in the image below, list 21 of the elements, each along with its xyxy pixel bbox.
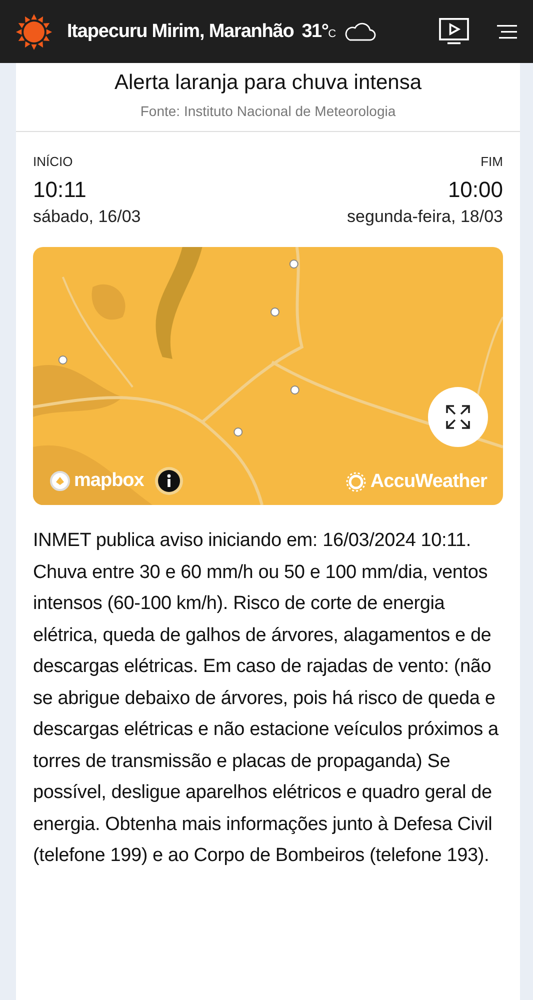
period-time: 10:00: [446, 177, 503, 203]
menu-icon[interactable]: [497, 24, 517, 40]
video-icon[interactable]: [439, 18, 469, 46]
period-time: 10:11: [33, 177, 88, 203]
period-date: sábado, 16/03: [33, 207, 141, 227]
temperature: 31°C: [302, 20, 336, 42]
period-date: segunda-feira, 18/03: [347, 207, 503, 227]
alert-title: Alerta laranja para chuva intensa: [113, 70, 423, 95]
info-icon: [158, 470, 180, 492]
map[interactable]: mapbox AccuWeather: [33, 247, 503, 505]
mapbox-logo-icon: [49, 470, 71, 492]
sun-logo-icon[interactable]: [15, 12, 53, 50]
brand-logo: AccuWeather: [370, 471, 487, 493]
period-label: FIM: [480, 154, 503, 169]
alert-description: INMET publica aviso iniciando em: 16/03/2024 10:11. Chuva entre 30 e 60 mm/h ou 50 e 100 mm/dia, ventos intensos (60-100 km/h). Risco de corte de energia elétrica, queda de galhos de árvores, alagamentos e de descargas elétricas. Em caso de rajadas de vento: (não se abrigue debaixo de árvores, pois há risco de queda e descargas elétricas e não estacione veículos próximos a torres de transmissão e placas de propaganda) Se possível, desligue aparelhos elétricos e quadro geral de energia. Obtenha mais informações junto à Defesa Civil (telefone 199) e ao Corpo de Bombeiros (telefone 193).: [33, 529, 500, 868]
location-name[interactable]: Itapecuru Mirim, Maranhão: [67, 20, 294, 42]
expand-icon: [445, 404, 471, 430]
sun-logo-icon: [346, 472, 366, 492]
alert-source: Fonte: Instituto Nacional de Meteorologia: [16, 95, 520, 132]
cloud-icon: [343, 22, 378, 42]
period-label: INÍCIO: [33, 154, 74, 169]
